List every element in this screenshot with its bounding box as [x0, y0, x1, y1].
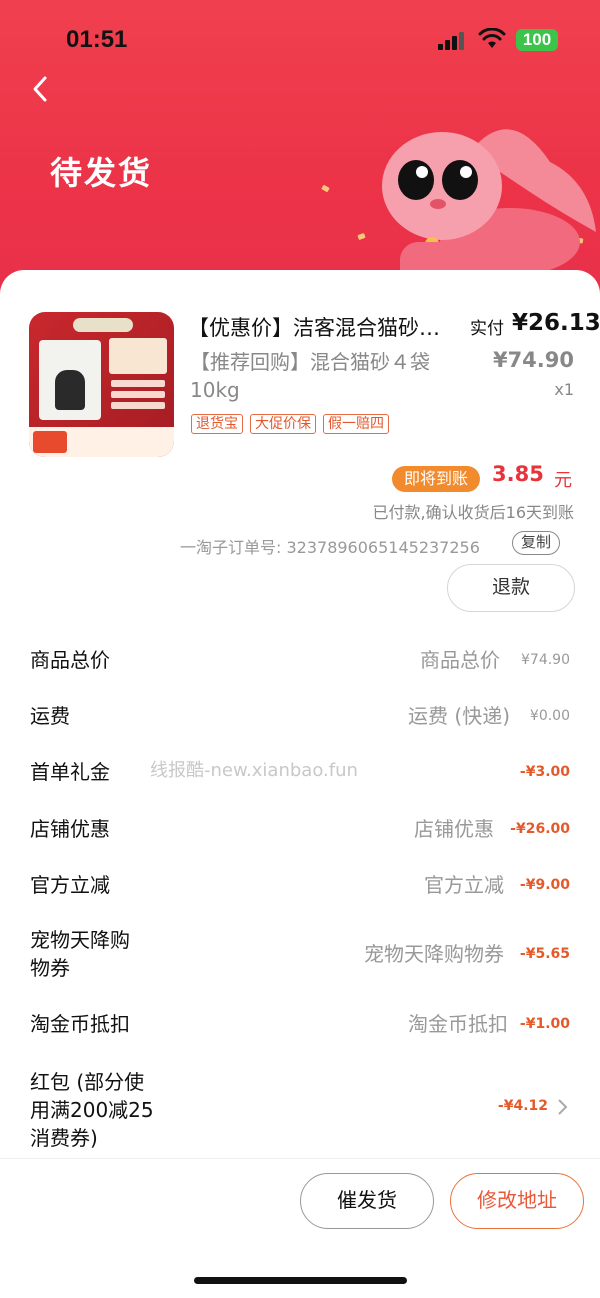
- chevron-right-icon: [558, 1099, 568, 1115]
- price-row-label: 店铺优惠: [30, 817, 110, 841]
- price-row-amount: ¥0.00: [529, 708, 570, 724]
- price-row-label: 首单礼金: [30, 760, 110, 784]
- price-row: 宠物天降购物券 宠物天降购物券 -¥5.65: [0, 926, 600, 986]
- price-row-amount: -¥3.00: [519, 764, 570, 780]
- price-row-amount: -¥1.00: [519, 1016, 570, 1032]
- price-row-sublabel: 商品总价: [420, 648, 500, 672]
- price-row-sublabel: 宠物天降购物券: [364, 942, 504, 966]
- price-row: 淘金币抵扣 淘金币抵扣 -¥1.00: [0, 1010, 600, 1050]
- wifi-icon: [478, 28, 506, 48]
- price-row-sublabel: 淘金币抵扣: [408, 1012, 508, 1036]
- arrival-note: 已付款,确认收货后16天到账: [372, 503, 574, 522]
- battery-indicator: 100: [516, 29, 558, 51]
- back-arrow-icon[interactable]: [26, 72, 56, 106]
- price-row-label: 红包 (部分使用满200减25消费券): [30, 1070, 154, 1150]
- product-title[interactable]: 【优惠价】洁客混合猫砂…: [188, 312, 450, 342]
- price-row-red-packet[interactable]: 红包 (部分使用满200减25消费券) -¥4.12: [0, 1068, 600, 1158]
- bottom-action-bar: 催发货 修改地址: [0, 1158, 600, 1298]
- change-address-button[interactable]: 修改地址: [450, 1173, 584, 1229]
- arrival-badge: 即将到账: [392, 466, 481, 492]
- product-thumbnail[interactable]: [29, 312, 174, 457]
- price-row-sublabel: 店铺优惠: [414, 817, 494, 841]
- confetti-decoration: [321, 184, 330, 193]
- refund-button[interactable]: 退款: [447, 564, 575, 612]
- price-row-label: 运费: [30, 704, 70, 728]
- paid-label: 实付: [470, 319, 504, 339]
- quantity: x1: [554, 380, 574, 399]
- price-row-amount: -¥4.12: [497, 1098, 548, 1114]
- arrival-amount: 3.85: [492, 462, 544, 486]
- price-row-label: 宠物天降购物券: [30, 928, 130, 980]
- service-tag[interactable]: 大促价保: [250, 414, 316, 434]
- original-price: ¥74.90: [492, 348, 574, 372]
- page-title: 待发货: [50, 154, 153, 192]
- order-card: 【优惠价】洁客混合猫砂… 实付 ¥26.13 【推荐回购】混合猫砂４袋10kg …: [0, 270, 600, 1160]
- header-banner: 01:51 100 待发货: [0, 0, 600, 300]
- price-row-sublabel: 运费 (快递): [408, 704, 510, 728]
- watermark-text: 线报酷-new.xianbao.fun: [150, 760, 358, 781]
- urge-shipping-button[interactable]: 催发货: [300, 1173, 434, 1229]
- status-time: 01:51: [66, 26, 128, 53]
- arrival-unit: 元: [554, 470, 572, 491]
- order-number: 一淘子订单号: 3237896065145237256: [180, 538, 480, 557]
- price-row-label: 淘金币抵扣: [30, 1012, 130, 1036]
- price-row-amount: -¥5.65: [519, 946, 570, 962]
- price-row-amount: ¥74.90: [521, 652, 570, 668]
- price-row: 店铺优惠 店铺优惠 -¥26.00: [0, 815, 600, 855]
- status-bar: 01:51 100: [0, 0, 600, 80]
- cellular-signal-icon: [438, 32, 468, 50]
- paid-amount: ¥26.13: [512, 310, 600, 336]
- price-row: 商品总价 商品总价 ¥74.90: [0, 646, 600, 686]
- price-row-label: 官方立减: [30, 873, 110, 897]
- price-row-amount: -¥9.00: [519, 877, 570, 893]
- price-row: 官方立减 官方立减 -¥9.00: [0, 871, 600, 911]
- service-tags: 退货宝 大促价保 假一赔四: [191, 414, 389, 434]
- home-indicator[interactable]: [194, 1277, 407, 1284]
- price-row-label: 商品总价: [30, 648, 110, 672]
- price-row-amount: -¥26.00: [510, 821, 570, 837]
- price-row-sublabel: 官方立减: [424, 873, 504, 897]
- service-tag[interactable]: 假一赔四: [323, 414, 389, 434]
- product-sku: 【推荐回购】混合猫砂４袋10kg: [190, 350, 430, 402]
- service-tag[interactable]: 退货宝: [191, 414, 243, 434]
- copy-button[interactable]: 复制: [512, 531, 561, 555]
- price-row: 运费 运费 (快递) ¥0.00: [0, 702, 600, 742]
